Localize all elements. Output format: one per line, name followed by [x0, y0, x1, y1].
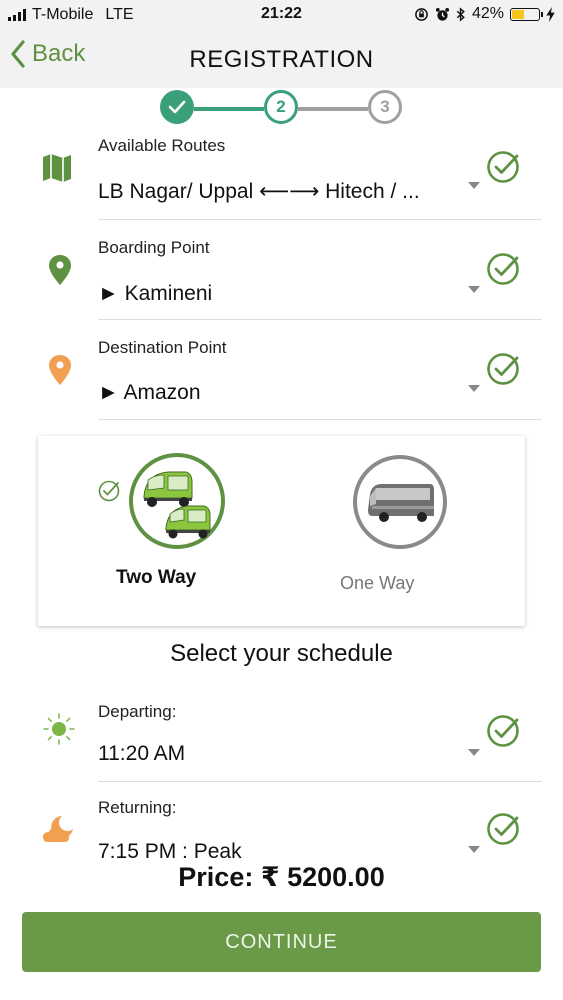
- dropdown-caret-icon[interactable]: [468, 846, 480, 853]
- navigation-bar: Back REGISTRATION: [0, 30, 563, 88]
- battery-percent: 42%: [471, 5, 504, 22]
- row-divider: [98, 781, 542, 782]
- two-way-option[interactable]: Two Way: [94, 452, 234, 602]
- small-check-circle-icon: [98, 480, 120, 502]
- stepper-line-pending: [298, 107, 368, 111]
- destination-point-value: ► Amazon: [98, 381, 201, 404]
- step-3-pending: 3: [368, 90, 402, 124]
- schedule-heading: Select your schedule: [170, 640, 393, 667]
- location-pin-icon: [49, 255, 71, 285]
- price-total: Price: ₹ 5200.00: [178, 862, 385, 892]
- map-icon: [43, 154, 71, 182]
- boarding-point-label: Boarding Point: [98, 238, 210, 257]
- one-way-option[interactable]: One Way: [340, 452, 460, 602]
- available-routes-row[interactable]: Available Routes LB Nagar/ Uppal ⟵⟶ Hite…: [0, 130, 563, 220]
- alarm-icon: [435, 7, 450, 21]
- trip-type-card: Two Way One Way: [38, 436, 525, 626]
- check-circle-icon: [487, 353, 519, 385]
- returning-row[interactable]: Returning: 7:15 PM : Peak: [0, 790, 563, 870]
- check-circle-icon: [487, 813, 519, 845]
- available-routes-value: LB Nagar/ Uppal ⟵⟶ Hitech / ...: [98, 180, 420, 203]
- row-divider: [98, 419, 542, 420]
- location-pin-icon: [49, 355, 71, 385]
- dropdown-caret-icon[interactable]: [468, 385, 480, 392]
- departing-label: Departing:: [98, 702, 177, 721]
- check-circle-icon: [487, 151, 519, 183]
- continue-label: CONTINUE: [225, 930, 338, 953]
- check-circle-icon: [487, 715, 519, 747]
- continue-button[interactable]: CONTINUE: [22, 912, 541, 972]
- destination-point-row[interactable]: Destination Point ► Amazon: [0, 330, 563, 420]
- auto-rickshaw-icon: [129, 453, 225, 549]
- moon-cloud-icon: [43, 816, 73, 842]
- dropdown-caret-icon[interactable]: [468, 286, 480, 293]
- check-circle-icon: [487, 253, 519, 285]
- checkmark-icon: [168, 100, 186, 114]
- row-divider: [98, 219, 542, 220]
- bus-icon: [353, 455, 447, 549]
- charging-bolt-icon: [546, 6, 555, 22]
- departing-row[interactable]: Departing: 11:20 AM: [0, 692, 563, 782]
- battery-icon: [510, 7, 543, 21]
- page-title: REGISTRATION: [189, 46, 374, 73]
- two-way-label: Two Way: [116, 567, 197, 588]
- row-divider: [98, 319, 542, 320]
- step-1-complete: [160, 90, 194, 124]
- dropdown-caret-icon[interactable]: [468, 182, 480, 189]
- status-bar: T-Mobile LTE 21:22 42%: [0, 0, 563, 30]
- boarding-point-value: ► Kamineni: [98, 282, 213, 305]
- registration-stepper: 2 3: [160, 88, 406, 130]
- sun-icon: [43, 713, 75, 745]
- stepper-line-done: [194, 107, 264, 111]
- step-2-active: 2: [264, 90, 298, 124]
- returning-value: 7:15 PM : Peak: [98, 840, 242, 863]
- status-right: 42%: [414, 5, 555, 23]
- returning-label: Returning:: [98, 798, 177, 817]
- orientation-lock-icon: [415, 7, 428, 21]
- battery-level-fill: [512, 9, 524, 19]
- departing-value: 11:20 AM: [98, 742, 186, 765]
- destination-point-label: Destination Point: [98, 338, 227, 357]
- available-routes-label: Available Routes: [98, 136, 226, 155]
- dropdown-caret-icon[interactable]: [468, 749, 480, 756]
- boarding-point-row[interactable]: Boarding Point ► Kamineni: [0, 230, 563, 320]
- one-way-label: One Way: [340, 573, 415, 593]
- bluetooth-icon: [456, 6, 465, 22]
